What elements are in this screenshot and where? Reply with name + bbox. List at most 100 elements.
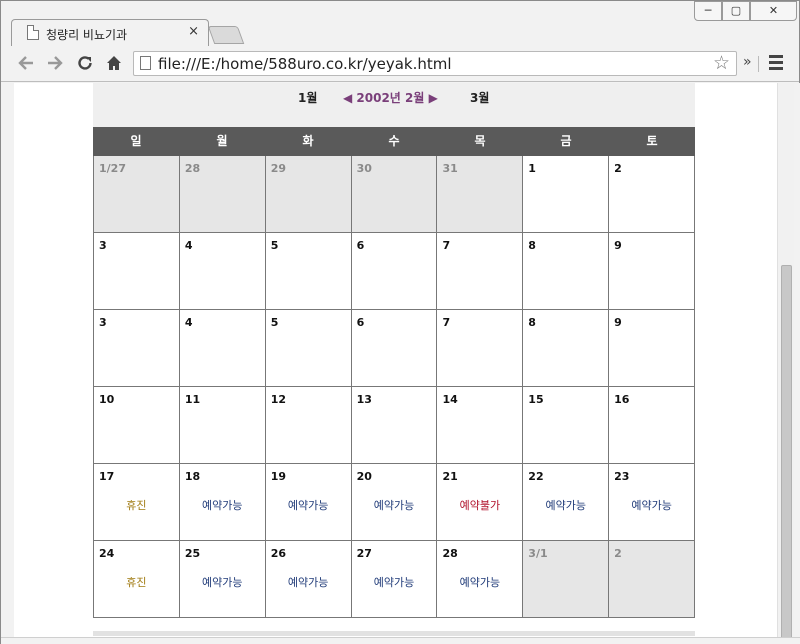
day-number: 28 — [442, 547, 458, 560]
day-number: 6 — [356, 239, 365, 252]
calendar-day-cell: 3/1 — [523, 541, 610, 618]
address-bar[interactable]: file:///E:/home/588uro.co.kr/yeyak.html … — [133, 51, 737, 76]
extensions-overflow-icon[interactable]: » — [743, 54, 752, 70]
calendar-day-cell: 16 — [609, 387, 696, 464]
calendar-day-cell[interactable]: 19 예약가능 — [265, 464, 352, 541]
forward-arrow-icon[interactable] — [46, 54, 64, 76]
day-number: 25 — [184, 547, 201, 560]
back-arrow-icon[interactable] — [17, 54, 35, 76]
calendar-week-row: 1/27 28 29 30 31 1 2 — [94, 156, 696, 233]
footer-strip — [93, 631, 695, 636]
close-window-button[interactable]: ✕ — [750, 1, 797, 21]
current-month-label: 2002년 2월 — [356, 91, 425, 105]
calendar-day-cell[interactable]: 24 휴진 — [94, 541, 180, 618]
calendar-day-cell[interactable]: 20 예약가능 — [351, 464, 438, 541]
day-number: 30 — [356, 162, 372, 175]
weekday-header: 일 월 화 수 목 금 토 — [93, 127, 695, 156]
triangle-left-icon[interactable]: ◀ — [343, 91, 356, 105]
day-number: 10 — [99, 393, 115, 406]
bookmark-star-icon[interactable]: ☆ — [713, 52, 730, 74]
calendar-day-cell[interactable]: 17 휴진 — [94, 464, 180, 541]
reservation-available-link[interactable]: 예약가능 — [266, 497, 351, 513]
calendar-day-cell: 12 — [265, 387, 352, 464]
reservation-available-link[interactable]: 예약가능 — [352, 497, 437, 513]
calendar-day-cell: 9 — [609, 233, 696, 310]
calendar-day-cell: 13 — [351, 387, 438, 464]
page-icon — [27, 25, 39, 40]
triangle-right-icon[interactable]: ▶ — [424, 91, 438, 105]
reservation-available-link[interactable]: 예약가능 — [266, 574, 351, 590]
calendar-day-cell[interactable]: 23 예약가능 — [609, 464, 696, 541]
day-number: 27 — [356, 547, 372, 560]
window-border — [794, 83, 800, 637]
calendar-day-cell: 14 — [437, 387, 524, 464]
close-tab-icon[interactable]: × — [188, 24, 199, 39]
calendar-week-row: 17 휴진 18 예약가능 19 예약가능 20 예약가능 21 예약불가 22 예약가능 23 예약가능 — [94, 464, 696, 541]
calendar-grid: 1/27 28 29 30 31 1 2 3 4 5 6 7 8 9 3 4 5 6 7 8 9 10 11 12 13 14 15… — [93, 156, 696, 618]
minimize-button[interactable]: ─ — [694, 1, 722, 21]
reservation-available-link[interactable]: 예약가능 — [180, 497, 265, 513]
new-tab-button[interactable] — [207, 26, 245, 44]
day-number: 2 — [614, 547, 622, 560]
weekday-label: 수 — [388, 134, 400, 148]
day-number: 1 — [528, 162, 536, 175]
reservation-calendar: 1월 ◀ 2002년 2월 ▶ 3월 일 월 화 수 목 금 토 1/27 28 2… — [93, 83, 696, 636]
day-number: 31 — [442, 162, 458, 175]
calendar-day-cell: 11 — [179, 387, 266, 464]
day-number: 12 — [270, 393, 287, 406]
day-number: 24 — [99, 547, 115, 560]
reservation-available-link[interactable]: 예약가능 — [523, 497, 608, 513]
calendar-day-cell: 9 — [609, 310, 696, 387]
day-number: 15 — [528, 393, 544, 406]
reload-icon[interactable] — [76, 54, 94, 76]
calendar-day-cell[interactable]: 28 예약가능 — [437, 541, 524, 618]
calendar-day-cell: 8 — [523, 310, 610, 387]
calendar-day-cell: 3 — [94, 233, 180, 310]
current-month: ◀ 2002년 2월 ▶ — [343, 89, 438, 106]
prev-month-link[interactable]: 1월 — [298, 89, 317, 106]
calendar-day-cell: 10 — [94, 387, 180, 464]
calendar-day-cell[interactable]: 25 예약가능 — [179, 541, 266, 618]
calendar-week-row: 10 11 12 13 14 15 16 — [94, 387, 696, 464]
day-number: 18 — [184, 470, 201, 483]
day-number: 21 — [442, 470, 458, 483]
day-number: 19 — [270, 470, 287, 483]
vertical-scrollbar[interactable] — [777, 83, 794, 644]
day-number: 9 — [614, 239, 622, 252]
maximize-button[interactable]: ▢ — [722, 1, 750, 21]
day-number: 9 — [614, 316, 622, 329]
calendar-day-cell[interactable]: 22 예약가능 — [523, 464, 610, 541]
calendar-day-cell[interactable]: 18 예약가능 — [179, 464, 266, 541]
calendar-day-cell: 8 — [523, 233, 610, 310]
tab-active[interactable]: 청량리 비뇨기과 × — [11, 19, 209, 47]
month-navigation: 1월 ◀ 2002년 2월 ▶ 3월 — [93, 83, 695, 127]
calendar-day-cell: 4 — [179, 310, 266, 387]
day-number: 14 — [442, 393, 458, 406]
home-icon[interactable] — [105, 54, 123, 76]
calendar-day-cell: 5 — [265, 233, 352, 310]
hamburger-menu-icon[interactable] — [769, 55, 783, 73]
url-text[interactable]: file:///E:/home/588uro.co.kr/yeyak.html — [158, 55, 452, 73]
scrollbar-thumb[interactable] — [781, 265, 792, 644]
day-number: 11 — [184, 393, 201, 406]
weekday-label: 토 — [646, 134, 658, 148]
page-viewport: 1월 ◀ 2002년 2월 ▶ 3월 일 월 화 수 목 금 토 1/27 28 2… — [14, 83, 777, 637]
calendar-day-cell[interactable]: 26 예약가능 — [265, 541, 352, 618]
reservation-available-link[interactable]: 예약가능 — [352, 574, 437, 590]
day-number: 3 — [99, 316, 107, 329]
day-number: 5 — [270, 239, 279, 252]
calendar-day-cell: 1 — [523, 156, 610, 233]
day-number: 8 — [528, 316, 536, 329]
calendar-day-cell[interactable]: 21 예약불가 — [437, 464, 524, 541]
reservation-available-link[interactable]: 예약가능 — [609, 497, 694, 513]
day-number: 13 — [356, 393, 372, 406]
calendar-day-cell[interactable]: 27 예약가능 — [351, 541, 438, 618]
reservation-available-link[interactable]: 예약가능 — [180, 574, 265, 590]
calendar-week-row: 3 4 5 6 7 8 9 — [94, 310, 696, 387]
reservation-available-link[interactable]: 예약가능 — [437, 574, 522, 590]
calendar-day-cell: 29 — [265, 156, 352, 233]
title-bar: 청량리 비뇨기과 × ─ ▢ ✕ — [1, 1, 799, 47]
calendar-week-row: 3 4 5 6 7 8 9 — [94, 233, 696, 310]
next-month-link[interactable]: 3월 — [470, 89, 489, 106]
calendar-day-cell: 2 — [609, 156, 696, 233]
